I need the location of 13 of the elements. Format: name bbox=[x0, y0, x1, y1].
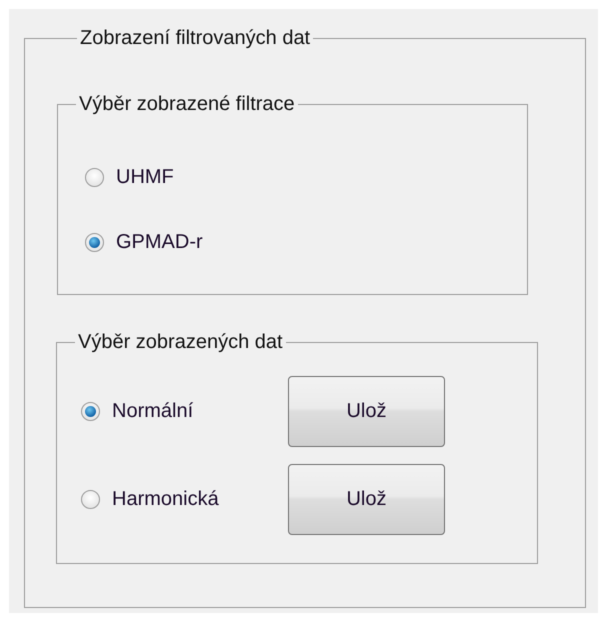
radio-button[interactable] bbox=[85, 168, 104, 187]
radio-label: Normální bbox=[112, 400, 194, 422]
radio-button[interactable] bbox=[81, 490, 100, 508]
radio-label: GPMAD-r bbox=[116, 231, 204, 254]
radio-label: Harmonická bbox=[112, 488, 220, 510]
radio-button[interactable] bbox=[85, 233, 104, 252]
save-button[interactable]: Ulož bbox=[288, 376, 445, 446]
save-button[interactable]: Ulož bbox=[288, 464, 445, 534]
radio-button[interactable] bbox=[81, 402, 100, 420]
group-title: Zobrazení filtrovaných dat bbox=[79, 27, 312, 49]
radio-label: UHMF bbox=[116, 166, 175, 189]
group-title: Výběr zobrazené filtrace bbox=[78, 93, 296, 115]
group-title: Výběr zobrazených dat bbox=[77, 331, 284, 353]
